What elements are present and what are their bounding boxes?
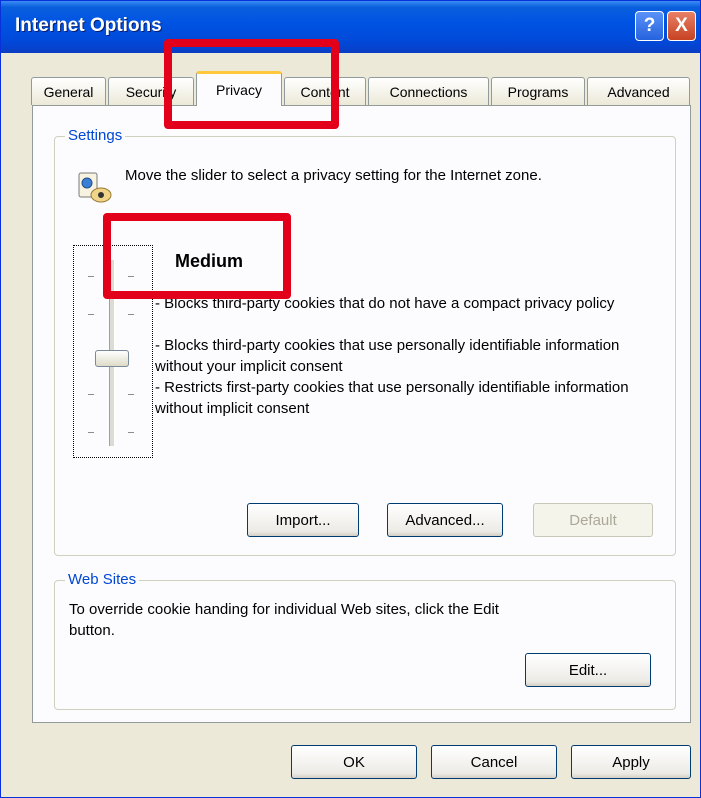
slider-tick	[88, 276, 94, 277]
window-title: Internet Options	[15, 15, 162, 36]
websites-group-label: Web Sites	[65, 571, 140, 588]
privacy-bullet-3: - Restricts first-party cookies that use…	[155, 379, 629, 417]
privacy-bullet-2: - Blocks third-party cookies that use pe…	[155, 337, 620, 375]
tab-privacy[interactable]: Privacy	[196, 71, 282, 106]
tab-general[interactable]: General	[31, 77, 106, 105]
edit-button[interactable]: Edit...	[525, 653, 651, 687]
cancel-button[interactable]: Cancel	[431, 745, 557, 779]
websites-group: Web Sites To override cookie handing for…	[54, 571, 676, 710]
close-icon: X	[675, 15, 688, 36]
title-bar[interactable]: Internet Options ? X	[1, 1, 700, 53]
help-button[interactable]: ?	[635, 11, 664, 41]
settings-group-label: Settings	[65, 127, 126, 144]
websites-description: To override cookie handing for individua…	[69, 601, 499, 639]
tab-advanced[interactable]: Advanced	[587, 77, 690, 105]
advanced-button[interactable]: Advanced...	[387, 503, 503, 537]
import-button[interactable]: Import...	[247, 503, 359, 537]
privacy-panel: Settings Move the slider to select a pri…	[32, 105, 691, 723]
slider-tick	[88, 314, 94, 315]
ok-button[interactable]: OK	[291, 745, 417, 779]
apply-button[interactable]: Apply	[571, 745, 691, 779]
internet-options-window: Internet Options ? X General Security Pr…	[0, 0, 701, 798]
help-icon: ?	[643, 15, 656, 36]
medium-level-highlight	[103, 213, 291, 299]
settings-description: Move the slider to select a privacy sett…	[125, 167, 542, 184]
slider-tick	[128, 314, 134, 315]
tab-programs[interactable]: Programs	[491, 77, 585, 105]
slider-tick	[88, 394, 94, 395]
slider-tick	[88, 432, 94, 433]
slider-thumb[interactable]	[95, 350, 129, 367]
tab-connections[interactable]: Connections	[368, 77, 489, 105]
slider-tick	[128, 432, 134, 433]
slider-tick	[128, 394, 134, 395]
privacy-globe-icon	[73, 167, 113, 207]
close-button[interactable]: X	[667, 11, 696, 41]
default-button[interactable]: Default	[533, 503, 653, 537]
settings-group: Settings Move the slider to select a pri…	[54, 127, 676, 556]
